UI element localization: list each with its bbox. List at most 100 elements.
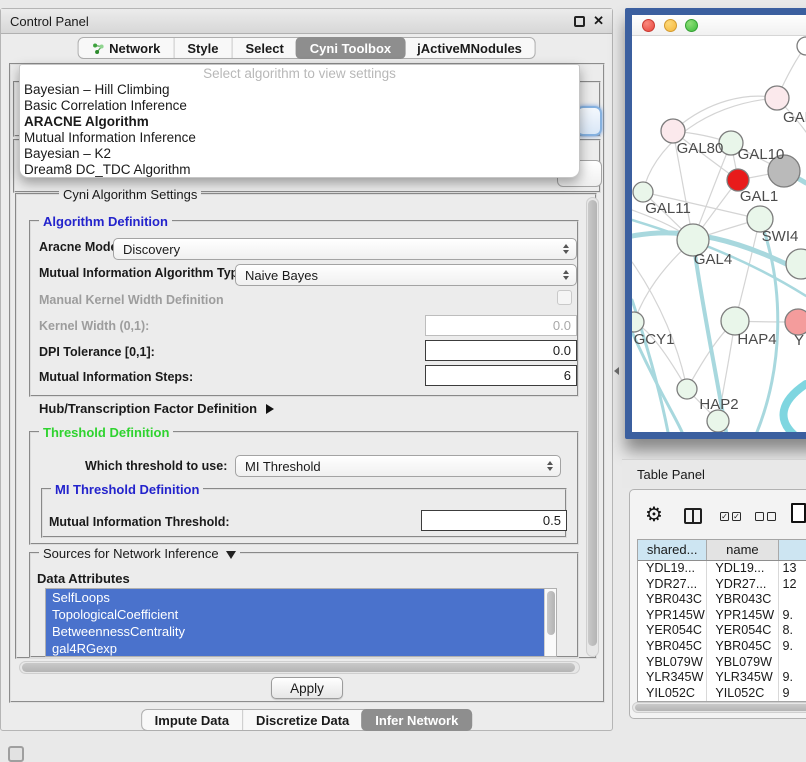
mi-algorithm-type-value: Naive Bayes [245, 268, 318, 283]
table-row[interactable]: YBL079WYBL079W [638, 655, 806, 671]
mi-threshold-title: MI Threshold Definition [51, 482, 203, 497]
tab-discretize-data[interactable]: Discretize Data [242, 710, 362, 730]
attribute-item-gal4rgexp[interactable]: gal4RGexp [46, 640, 556, 657]
sources-title-row[interactable]: Sources for Network Inference [39, 546, 240, 561]
close-window-button[interactable] [642, 19, 655, 32]
tab-network[interactable]: Network [78, 38, 173, 58]
table-cell: YER054C [707, 623, 778, 639]
table-cell: 9. [779, 639, 806, 655]
network-node-hap2[interactable] [677, 379, 697, 399]
table-cell: 13 [779, 561, 806, 577]
minimize-window-button[interactable] [664, 19, 677, 32]
algorithm-option-bayesian-hill-climbing[interactable]: Bayesian – Hill Climbing [20, 82, 579, 98]
tab-label: Impute Data [155, 713, 229, 728]
tab-select[interactable]: Select [231, 38, 296, 58]
column-header-2[interactable] [779, 540, 806, 560]
node-label-y: Y [794, 332, 804, 349]
table-cell: YBR043C [638, 592, 707, 608]
table-rows: YDL19...YDL19...13YDR27...YDR27...12YBR0… [638, 561, 806, 701]
table-row[interactable]: YIL052CYIL052C9 [638, 686, 806, 702]
settings-gear-icon[interactable] [645, 502, 663, 527]
algorithm-placeholder: Select algorithm to view settings [20, 65, 579, 82]
tab-label: Select [245, 41, 283, 56]
attribute-item-betweennesscentrality[interactable]: BetweennessCentrality [46, 623, 556, 640]
network-node-gal11[interactable] [633, 182, 653, 202]
algorithm-option-mutual-information-inference[interactable]: Mutual Information Inference [20, 130, 579, 146]
table-cell: 9 [779, 686, 806, 702]
network-node-gal[interactable] [765, 86, 789, 110]
algorithm-option-aracne-algorithm[interactable]: ARACNE Algorithm [20, 114, 579, 130]
table-cell: 8. [779, 623, 806, 639]
table-row[interactable]: YDL19...YDL19...13 [638, 561, 806, 577]
splitter-collapse-arrow[interactable] [614, 367, 619, 375]
tab-infer-network[interactable]: Infer Network [361, 709, 472, 731]
network-window-titlebar [632, 15, 806, 36]
dpi-tolerance-field[interactable]: 0.0 [425, 340, 577, 361]
manual-kernel-width-label: Manual Kernel Width Definition [39, 293, 224, 307]
kernel-width-field[interactable]: 0.0 [425, 315, 577, 336]
apply-button[interactable]: Apply [271, 677, 343, 699]
attribute-item-topologicalcoefficient[interactable]: TopologicalCoefficient [46, 606, 556, 623]
table-cell: 12 [779, 577, 806, 593]
table-row[interactable]: YPR145WYPR145W9. [638, 608, 806, 624]
algorithm-option-basic-correlation-inference[interactable]: Basic Correlation Inference [20, 98, 579, 114]
table-cell: YBR045C [638, 639, 707, 655]
select-all-icon[interactable] [720, 512, 741, 521]
minimized-panel-icon[interactable] [8, 746, 24, 762]
combo-arrows-icon [547, 461, 553, 471]
algorithm-option-bayesian-k2[interactable]: Bayesian – K2 [20, 146, 579, 162]
document-icon[interactable] [791, 503, 806, 523]
mi-threshold-field[interactable]: 0.5 [421, 510, 567, 531]
column-header-shared[interactable]: shared... [638, 540, 707, 560]
table-cell: 9. [779, 670, 806, 686]
data-attributes-list[interactable]: SelfLoopsTopologicalCoefficientBetweenne… [45, 588, 557, 657]
algorithm-option-dream8-dc-tdc-algorithm[interactable]: Dream8 DC_TDC Algorithm [20, 162, 579, 178]
table-cell: YDL19... [638, 561, 707, 577]
expand-arrow-icon [266, 404, 274, 414]
table-panel-title: Table Panel [637, 460, 705, 489]
node-label-gcy1: GCY1 [634, 331, 675, 348]
mi-steps-field[interactable]: 6 [425, 365, 577, 386]
threshold-definition-title: Threshold Definition [39, 425, 173, 440]
network-node[interactable] [786, 249, 806, 279]
combo-arrows-icon [563, 270, 569, 280]
list-vertical-scrollbar[interactable] [544, 589, 556, 656]
table-row[interactable]: YBR043CYBR043C [638, 592, 806, 608]
table-row[interactable]: YLR345WYLR345W9. [638, 670, 806, 686]
node-label-hap4: HAP4 [737, 331, 776, 348]
tab-style[interactable]: Style [173, 38, 231, 58]
table-cell: YDL19... [707, 561, 778, 577]
table-row[interactable]: YDR27...YDR27...12 [638, 577, 806, 593]
attribute-item-selfloops[interactable]: SelfLoops [46, 589, 556, 606]
table-row[interactable]: YBR045CYBR045C9. [638, 639, 806, 655]
settings-horizontal-scrollbar[interactable] [19, 661, 580, 674]
aracne-mode-value: Discovery [123, 242, 180, 257]
mi-algorithm-type-combobox[interactable]: Naive Bayes [235, 264, 577, 286]
float-window-icon[interactable] [574, 16, 585, 27]
mi-algorithm-type-label: Mutual Information Algorithm Type: [39, 266, 249, 280]
table-row[interactable]: YER054CYER054C8. [638, 623, 806, 639]
hub-definition-toggle[interactable]: Hub/Transcription Factor Definition [39, 401, 274, 416]
network-canvas[interactable]: GALGAL80GAL10GAL1GAL11SWI4GAL4YHAP4GCY1H… [632, 36, 806, 432]
mi-steps-label: Mutual Information Steps: [39, 370, 193, 384]
table-cell: YIL052C [707, 686, 778, 702]
manual-kernel-width-checkbox[interactable] [557, 290, 572, 305]
column-header-name[interactable]: name [707, 540, 778, 560]
table-horizontal-scrollbar[interactable] [632, 702, 806, 713]
aracne-mode-combobox[interactable]: Discovery [113, 238, 577, 260]
settings-vertical-scrollbar[interactable] [586, 197, 599, 657]
table-cell: YBR045C [707, 639, 778, 655]
table-panel: shared...name YDL19...YDL19...13YDR27...… [629, 489, 806, 719]
zoom-window-button[interactable] [685, 19, 698, 32]
tab-cyni-toolbox[interactable]: Cyni Toolbox [296, 37, 405, 59]
network-node[interactable] [797, 37, 806, 55]
network-node[interactable] [707, 410, 729, 432]
tab-label: jActiveMNodules [417, 41, 522, 56]
tab-impute-data[interactable]: Impute Data [142, 710, 242, 730]
tab-jactivemnodules[interactable]: jActiveMNodules [404, 38, 535, 58]
deselect-all-icon[interactable] [755, 512, 776, 521]
split-pane-icon[interactable] [684, 508, 702, 524]
close-icon[interactable]: ✕ [593, 13, 604, 29]
which-threshold-combobox[interactable]: MI Threshold [235, 455, 561, 477]
combo-arrows-icon [563, 244, 569, 254]
